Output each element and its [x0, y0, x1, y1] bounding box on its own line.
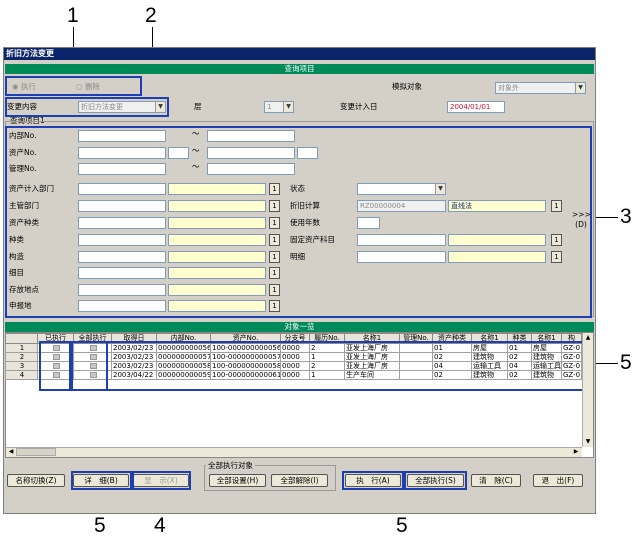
highlight-mode-radios: [5, 76, 142, 96]
list-vertical-scrollbar[interactable]: [582, 333, 593, 447]
scroll-thumb[interactable]: [16, 448, 56, 456]
sim-target-value: 对象外: [498, 84, 519, 92]
sim-target-select[interactable]: 对象外 ▼: [495, 82, 586, 94]
scroll-right-icon[interactable]: ▶: [571, 447, 581, 457]
change-date-label: 变更计入日: [340, 102, 378, 111]
callout-2: 2: [145, 4, 157, 27]
window-title: 折旧方法变更: [4, 48, 595, 60]
footer-exec-group-label: 全部执行对象: [206, 461, 255, 471]
table-cell: 2: [5, 352, 38, 362]
highlight-execute-button: [342, 471, 404, 490]
select-all-button[interactable]: 全部设置(H): [209, 474, 266, 487]
sim-target-label: 模拟对象: [392, 82, 422, 91]
highlight-execute-all-button: [404, 471, 467, 490]
layer-value: 1: [267, 103, 272, 111]
highlight-query-fields: [5, 126, 592, 318]
callout-3: 3: [620, 205, 632, 228]
change-date-input[interactable]: 2004/01/01: [447, 101, 505, 113]
callout-line-3: [596, 217, 618, 218]
highlight-rows-border: [39, 341, 584, 391]
table-cell: 3: [5, 361, 38, 371]
clear-all-button[interactable]: 全部解除(I): [271, 474, 328, 487]
highlight-detail-button: [71, 471, 132, 490]
callout-5b: 5: [94, 514, 106, 537]
callout-4: 4: [154, 514, 166, 537]
list-horizontal-scrollbar[interactable]: [6, 447, 582, 457]
section-query-bar: 查询项目: [5, 64, 594, 74]
name-toggle-button[interactable]: 名称切换(Z): [7, 474, 65, 487]
highlight-show-button: [132, 471, 191, 490]
change-date-value: 2004/01/01: [450, 103, 491, 111]
callout-5a: 5: [620, 351, 632, 374]
exit-button[interactable]: 退 出(F): [533, 474, 583, 487]
chevron-down-icon: ▼: [283, 102, 293, 112]
table-header: [5, 333, 38, 344]
layer-label: 层: [194, 102, 202, 111]
scroll-down-icon[interactable]: ▼: [583, 437, 593, 447]
chevron-down-icon: ▼: [575, 83, 585, 93]
scroll-left-icon[interactable]: ◀: [6, 447, 16, 457]
callout-5c: 5: [396, 514, 408, 537]
callout-1: 1: [67, 4, 79, 27]
table-cell: 1: [5, 343, 38, 353]
clear-button[interactable]: 清 除(C): [471, 474, 521, 487]
highlight-change-content: [5, 97, 169, 117]
table-cell: 4: [5, 370, 38, 380]
layer-select[interactable]: 1 ▼: [264, 101, 294, 113]
section-list-bar: 对象一览: [5, 322, 594, 332]
scroll-up-icon[interactable]: ▲: [583, 333, 593, 343]
